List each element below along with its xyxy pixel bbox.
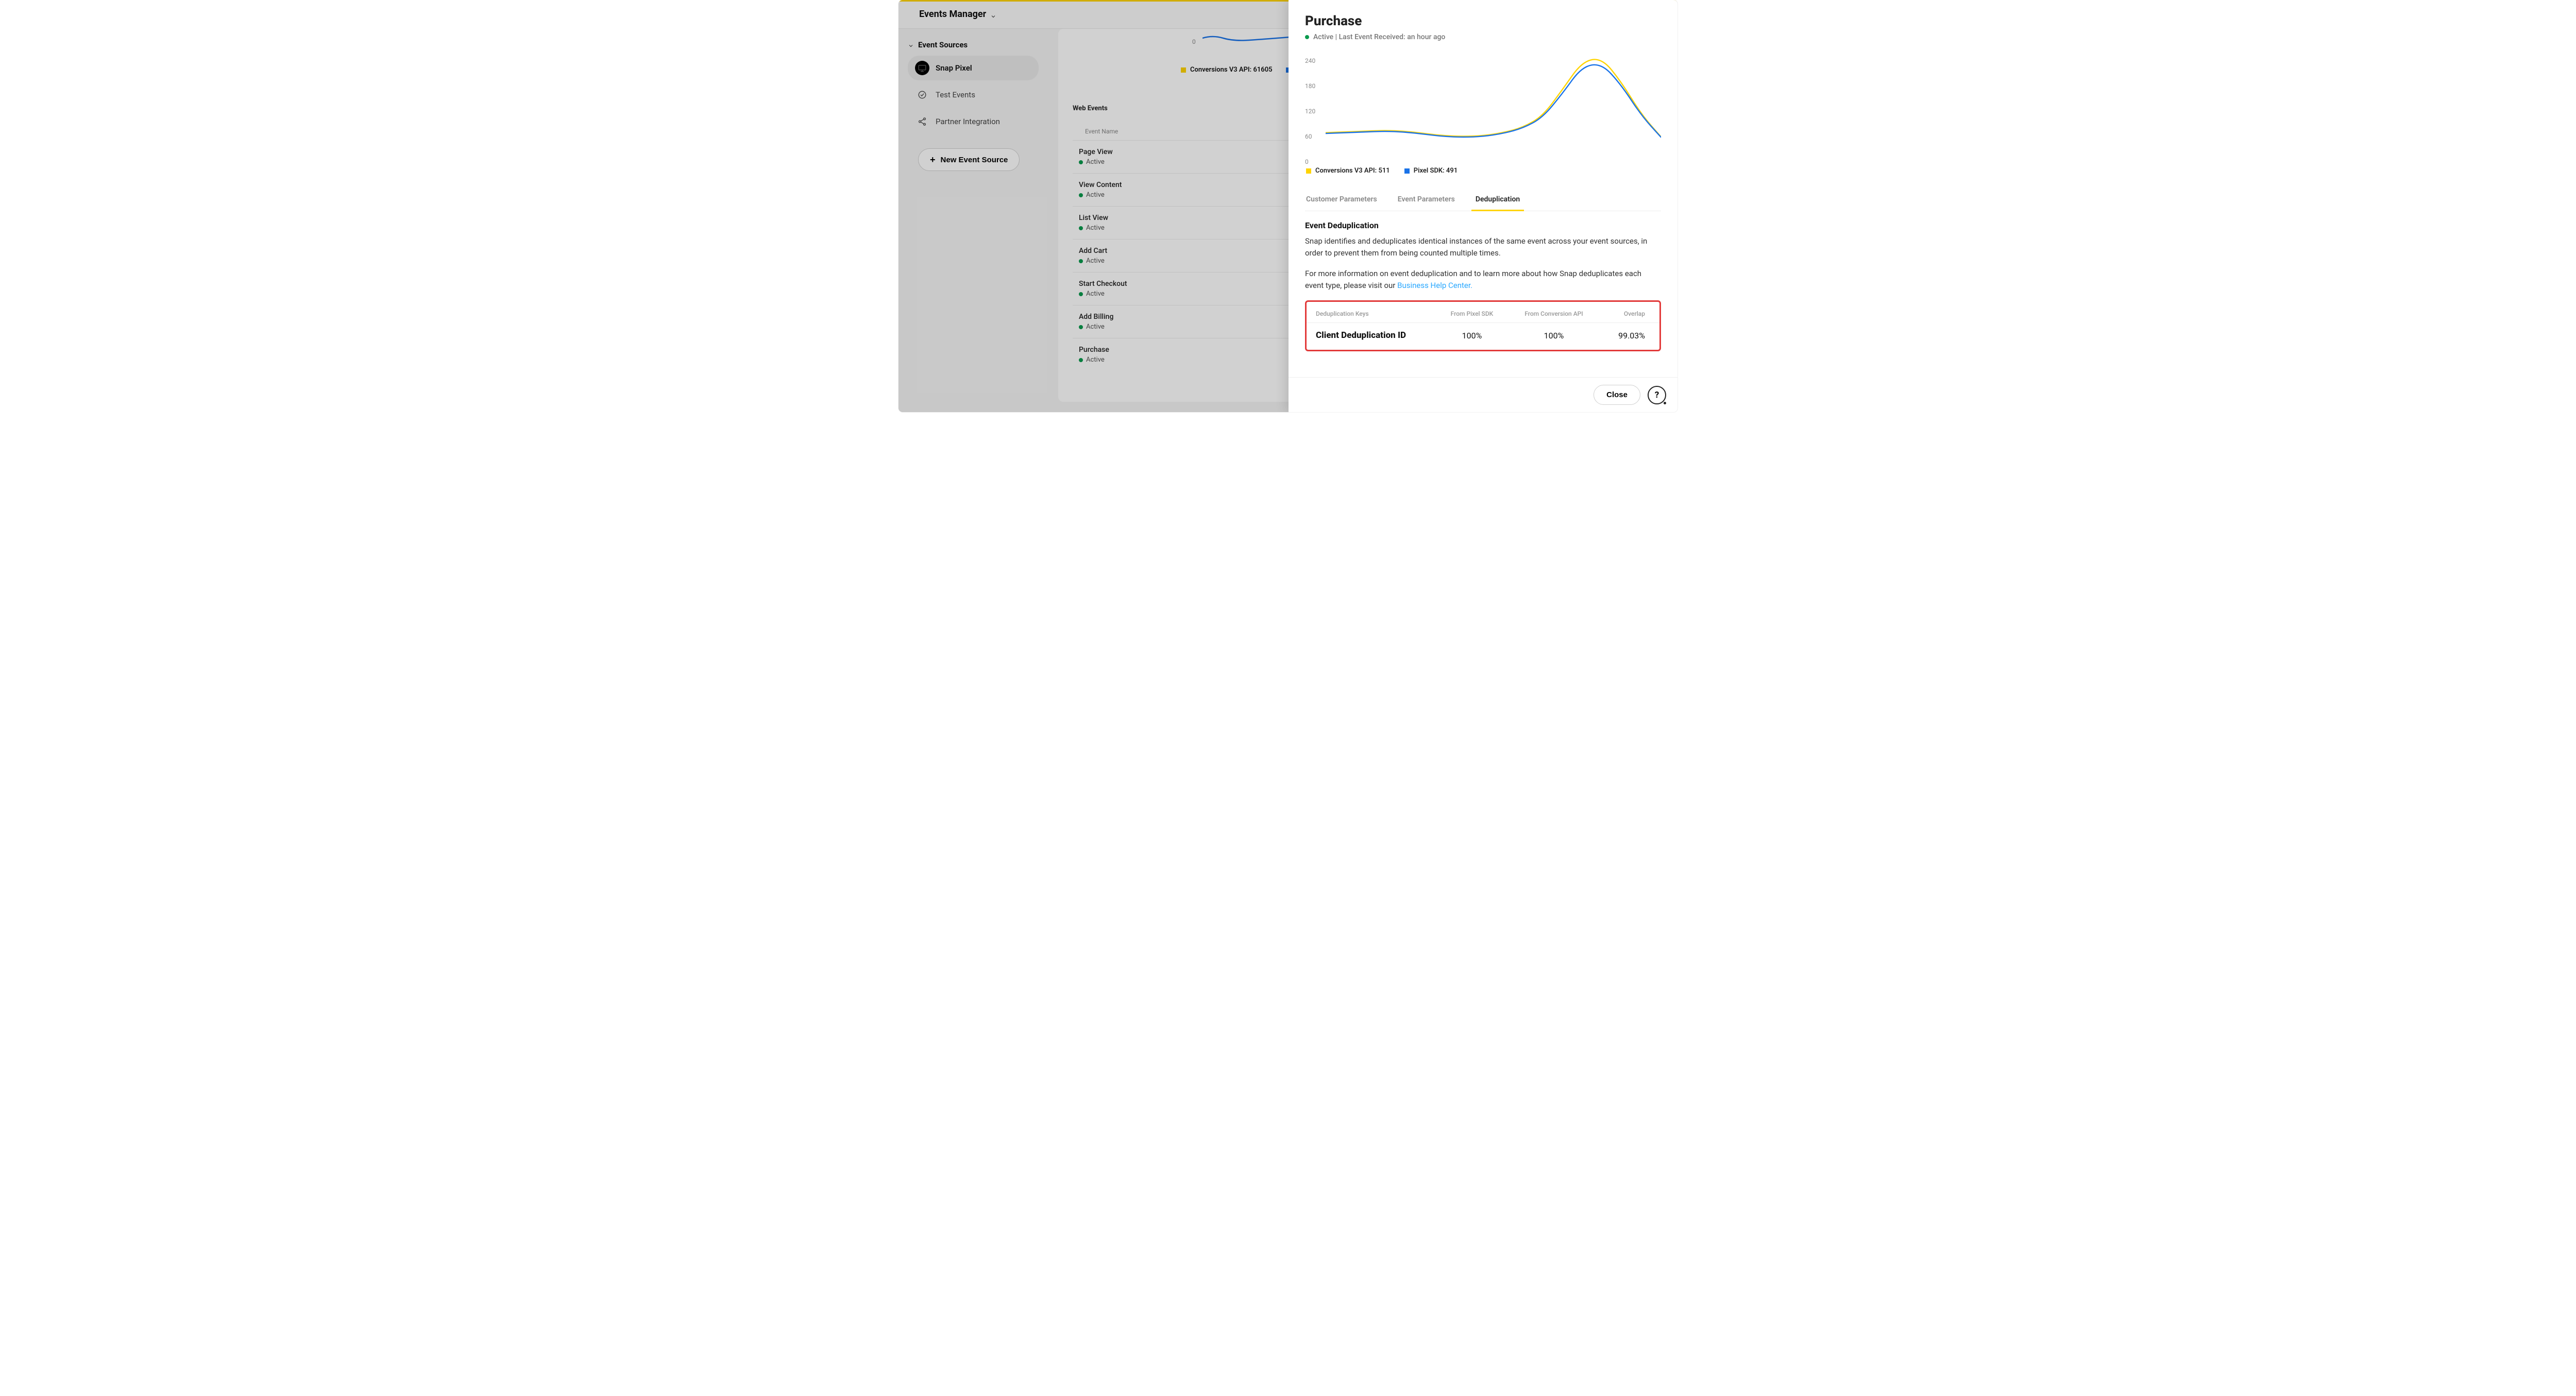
legend-swatch-yellow (1306, 168, 1311, 174)
tab-customer-parameters[interactable]: Customer Parameters (1305, 190, 1378, 211)
chart-series-line (1326, 65, 1661, 138)
panel-title: Purchase (1305, 13, 1661, 29)
cell-sdk: 100% (1436, 323, 1509, 348)
panel-status: Active | Last Event Received: an hour ag… (1305, 33, 1661, 41)
legend-item-sdk: Pixel SDK: 491 (1404, 167, 1458, 175)
legend-text: Conversions V3 API: 511 (1315, 167, 1390, 175)
chart-ytick: 60 (1305, 133, 1312, 140)
tab-event-parameters[interactable]: Event Parameters (1397, 190, 1456, 211)
chart: 0 60 120 180 240 (1305, 48, 1661, 162)
th-overlap: Overlap (1600, 305, 1659, 323)
dedup-table: Deduplication Keys From Pixel SDK From C… (1307, 305, 1659, 348)
dedup-desc-1: Snap identifies and deduplicates identic… (1305, 235, 1661, 259)
help-icon[interactable]: ? (1648, 386, 1666, 404)
chart-legend: Conversions V3 API: 511 Pixel SDK: 491 (1306, 167, 1661, 175)
tabs: Customer Parameters Event Parameters Ded… (1305, 190, 1661, 211)
th-from-api: From Conversion API (1508, 305, 1599, 323)
th-keys: Deduplication Keys (1307, 305, 1436, 323)
dedup-desc-2: For more information on event deduplicat… (1305, 268, 1661, 291)
cell-api: 100% (1508, 323, 1599, 348)
legend-text: Pixel SDK: 491 (1414, 167, 1458, 175)
th-from-sdk: From Pixel SDK (1436, 305, 1509, 323)
chart-ytick: 240 (1305, 57, 1315, 64)
cell-overlap: 99.03% (1600, 323, 1659, 348)
close-button[interactable]: Close (1594, 385, 1640, 405)
dedup-desc-2-text: For more information on event deduplicat… (1305, 269, 1641, 290)
chart-ytick: 0 (1305, 158, 1309, 165)
panel-status-text: Active | Last Event Received: an hour ag… (1313, 33, 1445, 41)
chart-ytick: 180 (1305, 82, 1315, 90)
panel-footer: Close ? (1289, 377, 1677, 412)
help-center-link[interactable]: Business Help Center. (1397, 281, 1472, 290)
dedup-heading: Event Deduplication (1305, 220, 1661, 230)
side-panel: Purchase Active | Last Event Received: a… (1289, 0, 1677, 412)
line-chart (1326, 48, 1661, 150)
tab-deduplication[interactable]: Deduplication (1475, 190, 1521, 211)
legend-swatch-blue (1404, 168, 1410, 174)
status-dot-icon (1305, 35, 1309, 39)
dedup-table-highlight: Deduplication Keys From Pixel SDK From C… (1305, 300, 1661, 351)
chart-series-line (1326, 59, 1661, 137)
chart-ytick: 120 (1305, 108, 1315, 115)
legend-item-capi: Conversions V3 API: 511 (1306, 167, 1390, 175)
cell-key: Client Deduplication ID (1307, 323, 1436, 348)
dedup-row: Client Deduplication ID 100% 100% 99.03% (1307, 323, 1659, 348)
